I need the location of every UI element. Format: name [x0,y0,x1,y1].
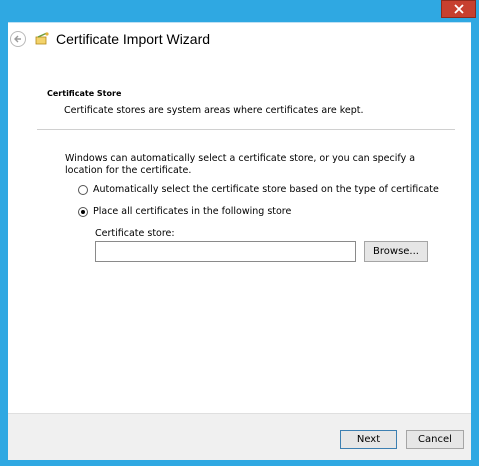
next-button[interactable]: Next [340,430,397,449]
radio-auto-select[interactable]: Automatically select the certificate sto… [78,184,439,195]
browse-button[interactable]: Browse... [364,241,428,262]
close-icon [453,4,464,14]
radio-place-label: Place all certificates in the following … [93,206,292,217]
cancel-button[interactable]: Cancel [406,430,464,449]
section-description: Certificate stores are system areas wher… [64,105,364,116]
section-title: Certificate Store [47,89,122,98]
wizard-title: Certificate Import Wizard [56,31,211,47]
wizard-footer: Next Cancel [8,413,471,460]
close-button[interactable] [441,0,476,18]
certificate-store-field[interactable] [95,241,356,262]
back-arrow-icon [14,35,21,43]
section-divider [37,129,455,130]
window-frame: Certificate Import Wizard Certificate St… [0,0,479,466]
wizard-header: Certificate Import Wizard [8,23,471,59]
radio-place-in-store[interactable]: Place all certificates in the following … [78,206,291,217]
certificate-store-label: Certificate store: [95,228,175,239]
certificate-wizard-icon [35,32,49,45]
radio-button-place[interactable] [78,206,88,217]
radio-button-auto[interactable] [78,184,88,195]
wizard-client-area: Certificate Import Wizard Certificate St… [8,22,471,460]
intro-text: Windows can automatically select a certi… [65,153,416,176]
radio-auto-label: Automatically select the certificate sto… [93,184,439,195]
back-button[interactable] [10,31,26,47]
